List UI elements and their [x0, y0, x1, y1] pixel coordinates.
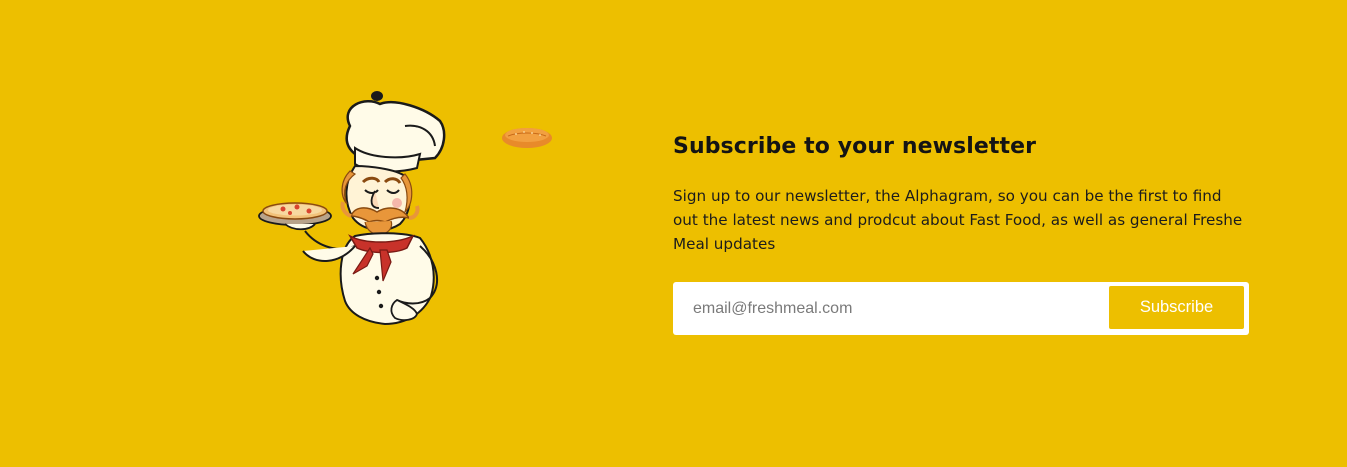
bread-icon [498, 122, 556, 154]
newsletter-description: Sign up to our newsletter, the Alphagram… [673, 187, 1243, 253]
newsletter-content: Subscribe to your newsletter Sign up to … [673, 130, 1253, 256]
newsletter-section: Subscribe to your newsletter Sign up to … [0, 0, 1347, 467]
subscribe-form: Subscribe [673, 282, 1249, 335]
subscribe-button[interactable]: Subscribe [1109, 286, 1244, 329]
chef-holding-pizza-icon [255, 86, 455, 331]
email-input[interactable] [673, 282, 1093, 335]
newsletter-title: Subscribe to your newsletter [673, 134, 1037, 159]
